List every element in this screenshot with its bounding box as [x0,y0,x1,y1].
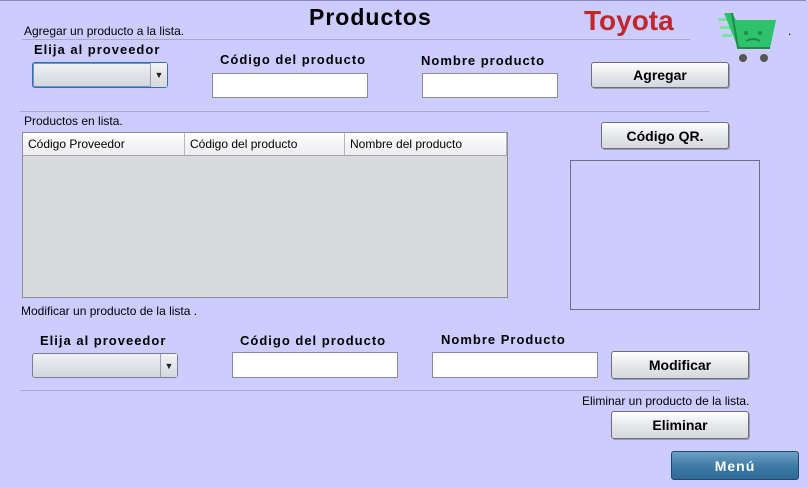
list-section-caption: Productos en lista. [24,114,123,128]
delete-button[interactable]: Eliminar [611,411,749,439]
add-name-label: Nombre producto [421,53,546,68]
chevron-down-icon[interactable]: ▼ [150,63,167,87]
add-section-caption: Agregar un producto a la lista. [24,24,185,38]
list-section-separator [20,111,710,112]
add-name-input[interactable] [422,73,558,98]
chevron-down-icon[interactable]: ▼ [160,354,177,377]
shopping-cart-icon [718,10,782,66]
modify-section-caption: Modificar un producto de la lista . [21,304,198,318]
page-title: Productos [309,4,432,30]
add-provider-combo[interactable]: ▼ [32,62,168,88]
products-table[interactable]: Código Proveedor Código del producto Nom… [22,132,508,298]
modify-name-input[interactable] [432,352,598,378]
window-top-border [0,0,806,1]
add-section-separator [22,39,690,40]
modify-name-label: Nombre Producto [441,332,566,347]
add-code-label: Código del producto [220,52,367,67]
modify-button[interactable]: Modificar [611,351,749,379]
corner-mark: . [788,24,792,38]
add-provider-label: Elija al proveedor [34,42,161,57]
modify-section-separator [20,390,720,391]
brand-label: Toyota [584,5,674,36]
column-header-product-code[interactable]: Código del producto [185,133,345,155]
modify-code-label: Código del producto [240,333,387,348]
qr-code-image-area [570,160,760,310]
column-header-product-name[interactable]: Nombre del producto [345,133,507,155]
modify-code-input[interactable] [232,352,398,378]
column-header-provider-code[interactable]: Código Proveedor [23,133,185,155]
menu-button[interactable]: Menú [671,451,799,480]
modify-provider-label: Elija al proveedor [40,333,167,348]
qr-code-button[interactable]: Código QR. [601,122,729,149]
modify-provider-combo[interactable]: ▼ [32,353,178,378]
delete-section-caption: Eliminar un producto de la lista. [582,394,750,408]
add-button[interactable]: Agregar [591,62,729,88]
add-code-input[interactable] [212,73,368,98]
table-header: Código Proveedor Código del producto Nom… [23,133,507,156]
